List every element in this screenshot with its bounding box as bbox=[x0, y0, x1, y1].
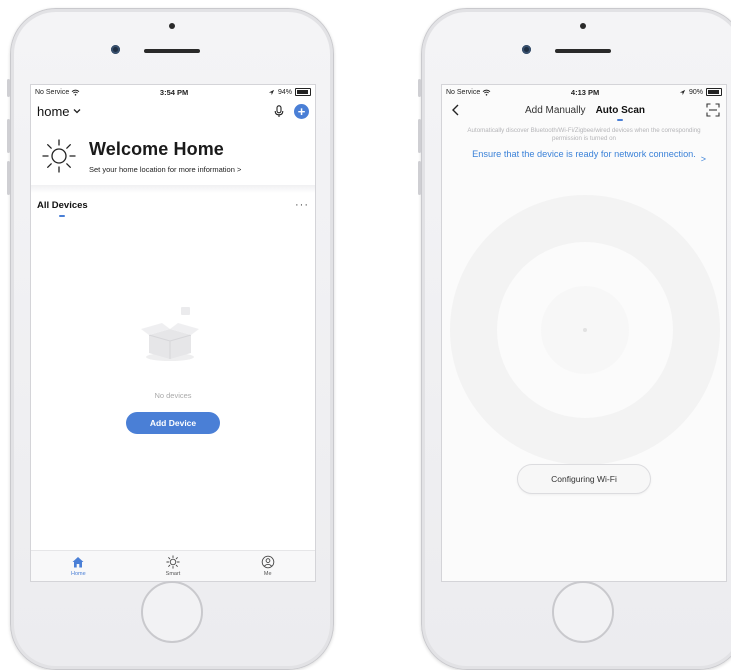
nav-bar: Add Manually Auto Scan bbox=[442, 99, 726, 121]
ensure-ready-link[interactable]: Ensure that the device is ready for netw… bbox=[442, 149, 726, 164]
home-button[interactable] bbox=[141, 581, 203, 643]
earpiece-speaker bbox=[555, 49, 611, 53]
home-selector[interactable]: home bbox=[37, 104, 81, 119]
wifi-icon bbox=[482, 89, 491, 96]
volume-up-button bbox=[418, 119, 421, 153]
scan-frame-icon[interactable] bbox=[706, 103, 720, 117]
configuring-wifi-button[interactable]: Configuring Wi-Fi bbox=[517, 464, 651, 494]
home-header: home + bbox=[31, 99, 315, 123]
microphone-icon[interactable] bbox=[274, 104, 284, 118]
volume-up-button bbox=[7, 119, 10, 153]
battery-icon bbox=[705, 88, 722, 96]
tab-auto-scan[interactable]: Auto Scan bbox=[595, 104, 646, 121]
chevron-right-icon: > bbox=[700, 154, 706, 164]
tab-home[interactable]: Home bbox=[31, 551, 126, 581]
volume-down-button bbox=[418, 161, 421, 195]
tab-add-manually[interactable]: Add Manually bbox=[525, 105, 586, 116]
mute-switch bbox=[418, 79, 421, 97]
tab-all-devices[interactable]: All Devices bbox=[37, 200, 88, 211]
volume-down-button bbox=[7, 161, 10, 195]
battery-icon bbox=[294, 88, 311, 96]
carrier-text: No Service bbox=[35, 88, 70, 96]
smart-sun-icon bbox=[166, 555, 180, 569]
phone-frame-left: No Service 3:54 PM 94% home + Welcome Ho… bbox=[7, 8, 334, 670]
welcome-banner[interactable]: Welcome Home Set your home location for … bbox=[31, 123, 315, 181]
status-time: 3:54 PM bbox=[159, 87, 189, 97]
tab-me[interactable]: Me bbox=[220, 551, 315, 581]
tab-indicator bbox=[59, 215, 65, 217]
status-bar: No Service 3:54 PM 94% bbox=[31, 85, 315, 99]
screen-add-device: No Service 4:13 PM 90% Add Manually Auto… bbox=[441, 84, 727, 582]
ensure-ready-text: Ensure that the device is ready for netw… bbox=[472, 149, 696, 159]
tab-indicator bbox=[617, 118, 624, 121]
tab-auto-scan-label: Auto Scan bbox=[595, 104, 646, 116]
mute-switch bbox=[7, 79, 10, 97]
location-icon bbox=[679, 89, 686, 95]
phone-frame-right: No Service 4:13 PM 90% Add Manually Auto… bbox=[418, 8, 731, 670]
empty-box-icon bbox=[141, 307, 199, 361]
sun-icon bbox=[42, 139, 76, 173]
front-camera bbox=[522, 45, 531, 54]
bottom-tab-bar: Home Smart Me bbox=[31, 550, 315, 581]
auto-scan-description: Automatically discover Bluetooth/Wi-Fi/Z… bbox=[467, 127, 701, 142]
battery-percent: 94% bbox=[277, 88, 292, 96]
tab-home-label: Home bbox=[71, 571, 86, 577]
add-device-button[interactable]: Add Device bbox=[126, 412, 220, 434]
status-time: 4:13 PM bbox=[570, 87, 600, 97]
section-divider bbox=[31, 185, 315, 193]
front-camera bbox=[111, 45, 120, 54]
earpiece-speaker bbox=[144, 49, 200, 53]
plus-circle-icon[interactable]: + bbox=[294, 103, 309, 119]
status-bar: No Service 4:13 PM 90% bbox=[442, 85, 726, 99]
proximity-sensor bbox=[580, 23, 586, 29]
user-circle-icon bbox=[261, 555, 274, 569]
scan-radar-animation bbox=[450, 195, 720, 465]
tab-smart[interactable]: Smart bbox=[126, 551, 221, 581]
wifi-icon bbox=[71, 89, 80, 96]
welcome-subtitle[interactable]: Set your home location for more informat… bbox=[89, 165, 241, 174]
devices-header: All Devices ··· bbox=[31, 193, 315, 211]
screen-home: No Service 3:54 PM 94% home + Welcome Ho… bbox=[30, 84, 316, 582]
home-icon bbox=[72, 557, 84, 568]
proximity-sensor bbox=[169, 23, 175, 29]
home-button[interactable] bbox=[552, 581, 614, 643]
tab-smart-label: Smart bbox=[165, 571, 181, 577]
battery-percent: 90% bbox=[688, 88, 703, 96]
tab-me-label: Me bbox=[263, 571, 272, 577]
welcome-title: Welcome Home bbox=[89, 138, 224, 159]
carrier-text: No Service bbox=[446, 88, 481, 96]
location-icon bbox=[268, 89, 275, 95]
segmented-tabs: Add Manually Auto Scan bbox=[525, 104, 646, 121]
chevron-down-icon bbox=[73, 109, 80, 114]
back-chevron-icon[interactable] bbox=[448, 103, 464, 117]
more-options-icon[interactable]: ··· bbox=[295, 199, 309, 211]
home-name: home bbox=[37, 103, 70, 119]
empty-state-text: No devices bbox=[154, 391, 192, 400]
